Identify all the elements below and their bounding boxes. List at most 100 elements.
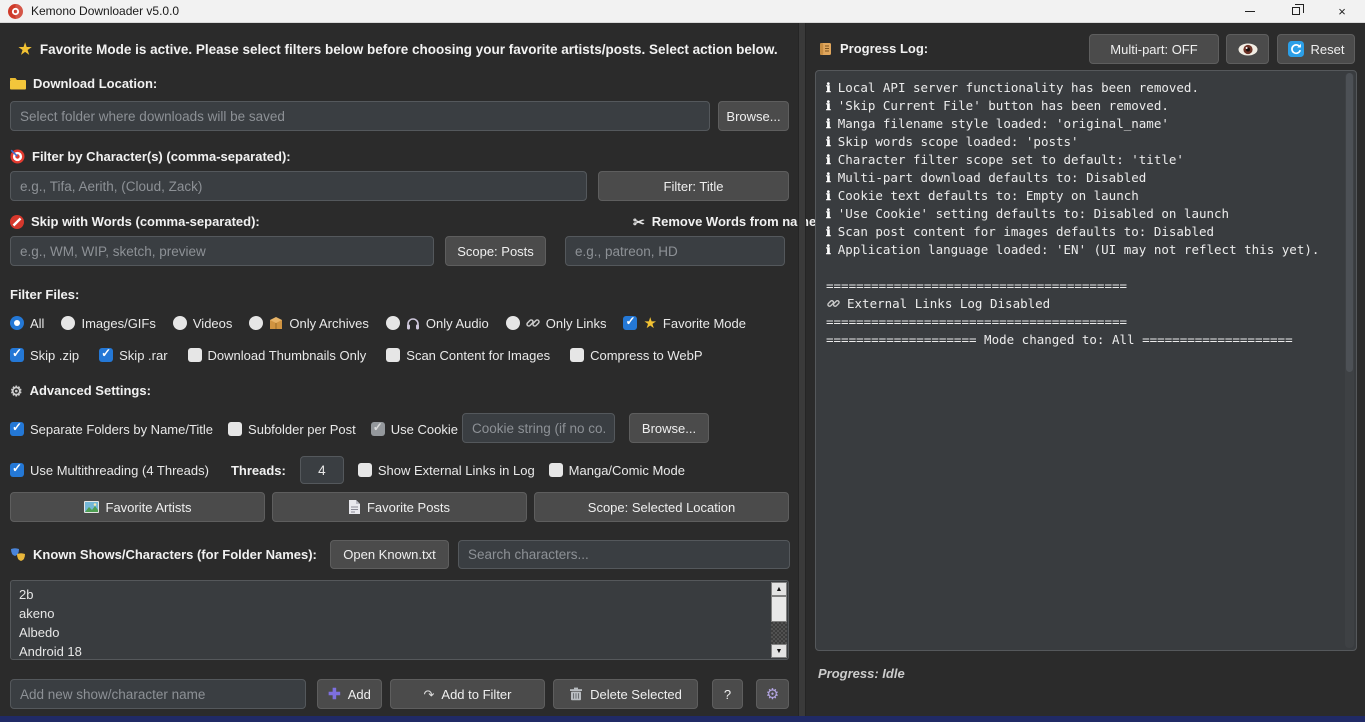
bottom-accent-strip [0,716,1365,722]
info-icon: ℹ [826,169,831,187]
list-item[interactable]: 2b [19,585,768,604]
titlebar: Kemono Downloader v5.0.0 × [0,0,1365,23]
character-filter-label: Filter by Character(s) (comma-separated)… [10,149,291,164]
radio-only-audio[interactable]: Only Audio [386,316,489,331]
skip-words-scope-button[interactable]: Scope: Posts [445,236,546,266]
remove-words-input[interactable] [565,236,785,266]
log-line-text: ======================================== [826,313,1127,331]
checkbox-icon [371,422,385,436]
multithreading-checkbox[interactable]: Use Multithreading (4 Threads) [10,463,209,478]
reset-button[interactable]: Reset [1277,34,1355,64]
banner-text: Favorite Mode is active. Please select f… [40,42,778,57]
list-item[interactable]: akeno [19,604,768,623]
threads-input[interactable] [300,456,344,484]
radio-videos[interactable]: Videos [173,316,233,331]
checkbox-icon [358,463,372,477]
add-to-filter-button[interactable]: ↷ Add to Filter [390,679,545,709]
cookie-string-input[interactable] [462,413,615,443]
settings-button[interactable]: ⚙ [756,679,789,709]
character-filter-scope-button[interactable]: Filter: Title [598,171,789,201]
masks-icon [10,548,26,562]
advanced-row-2: Use Multithreading (4 Threads) Threads: … [10,455,685,485]
scroll-down-icon[interactable]: ▼ [771,644,787,658]
radio-only-links[interactable]: Only Links [506,316,607,331]
list-item[interactable]: Android 18 [19,642,768,660]
panel-splitter[interactable] [798,23,806,716]
log-line: ℹMulti-part download defaults to: Disabl… [826,169,1346,187]
log-line-text: Scan post content for images defaults to… [838,223,1214,241]
known-list[interactable]: 2bakenoAlbedoAndroid 18Android 21 ▲ ▼ [10,580,789,660]
progress-log-label: Progress Log: [818,41,928,56]
star-icon: ★ [18,42,31,57]
log-line: ℹ'Skip Current File' button has been rem… [826,97,1346,115]
add-button[interactable]: ✚ Add [317,679,382,709]
skip-zip-checkbox[interactable]: Skip .zip [10,348,79,363]
subfolder-per-post-checkbox[interactable]: Subfolder per Post [228,422,356,437]
checkbox-icon [99,348,113,362]
download-browse-button[interactable]: Browse... [718,101,789,131]
multipart-toggle-button[interactable]: Multi-part: OFF [1089,34,1219,64]
favorite-scope-button[interactable]: Scope: Selected Location [534,492,789,522]
help-button[interactable]: ? [712,679,743,709]
skip-words-label: Skip with Words (comma-separated): [10,214,260,229]
scrollbar-thumb[interactable] [771,596,787,622]
list-scrollbar[interactable]: ▲ ▼ [771,582,787,658]
log-line: ======================================== [826,277,1346,295]
log-scrollbar-thumb[interactable] [1346,73,1353,372]
use-cookie-checkbox[interactable]: Use Cookie [371,422,458,437]
log-lines: ℹLocal API server functionality has been… [826,79,1346,349]
info-icon: ℹ [826,97,831,115]
cookie-browse-button[interactable]: Browse... [629,413,709,443]
delete-selected-button[interactable]: Delete Selected [553,679,698,709]
gear-icon: ⚙ [10,384,23,398]
link-icon [526,316,540,330]
log-panel: Progress Log: Multi-part: OFF Reset ℹLoc… [806,23,1365,716]
open-known-txt-button[interactable]: Open Known.txt [330,540,449,569]
add-character-input[interactable] [10,679,306,709]
compress-webp-checkbox[interactable]: Compress to WebP [570,348,702,363]
eye-button[interactable] [1226,34,1269,64]
log-line-text: ==================== Mode changed to: Al… [826,331,1293,349]
info-icon: ℹ [826,115,831,133]
download-location-input[interactable] [10,101,710,131]
log-line-text: 'Use Cookie' setting defaults to: Disabl… [838,205,1229,223]
advanced-row-1: Separate Folders by Name/Title Subfolder… [10,419,458,439]
radio-all[interactable]: All [10,316,44,331]
radio-icon [249,316,263,330]
radio-only-archives[interactable]: Only Archives [249,316,368,331]
log-scrollbar[interactable] [1345,73,1354,648]
favorite-artists-button[interactable]: Favorite Artists [10,492,265,522]
scan-content-checkbox[interactable]: Scan Content for Images [386,348,550,363]
manga-mode-checkbox[interactable]: Manga/Comic Mode [549,463,685,478]
package-icon [269,316,283,330]
checkbox-icon [10,348,24,362]
minimize-button[interactable] [1227,0,1273,22]
show-external-links-checkbox[interactable]: Show External Links in Log [358,463,535,478]
download-location-label: Download Location: [10,76,157,91]
favorite-mode-banner: ★ Favorite Mode is active. Please select… [0,42,796,57]
separate-folders-checkbox[interactable]: Separate Folders by Name/Title [10,422,213,437]
app-logo-icon [8,4,23,19]
log-line: ==================== Mode changed to: Al… [826,331,1346,349]
info-icon: ℹ [826,223,831,241]
progress-log-output[interactable]: ℹLocal API server functionality has been… [815,70,1357,651]
character-filter-input[interactable] [10,171,587,201]
advanced-settings-label: ⚙ Advanced Settings: [10,383,151,398]
close-button[interactable]: × [1319,0,1365,22]
window-controls: × [1227,0,1365,22]
favorite-posts-button[interactable]: Favorite Posts [272,492,527,522]
curved-arrow-icon: ↷ [424,688,435,701]
info-icon: ℹ [826,241,831,259]
known-list-items: 2bakenoAlbedoAndroid 18Android 21 [19,585,768,660]
skip-rar-checkbox[interactable]: Skip .rar [99,348,167,363]
skip-words-input[interactable] [10,236,434,266]
target-icon [10,149,25,164]
scroll-up-icon[interactable]: ▲ [771,582,787,596]
radio-images-gifs[interactable]: Images/GIFs [61,316,155,331]
log-line-text: ======================================== [826,277,1127,295]
search-characters-input[interactable] [458,540,790,569]
list-item[interactable]: Albedo [19,623,768,642]
download-thumbnails-checkbox[interactable]: Download Thumbnails Only [188,348,367,363]
favorite-mode-checkbox[interactable]: ★ Favorite Mode [623,316,746,331]
restore-button[interactable] [1273,0,1319,22]
